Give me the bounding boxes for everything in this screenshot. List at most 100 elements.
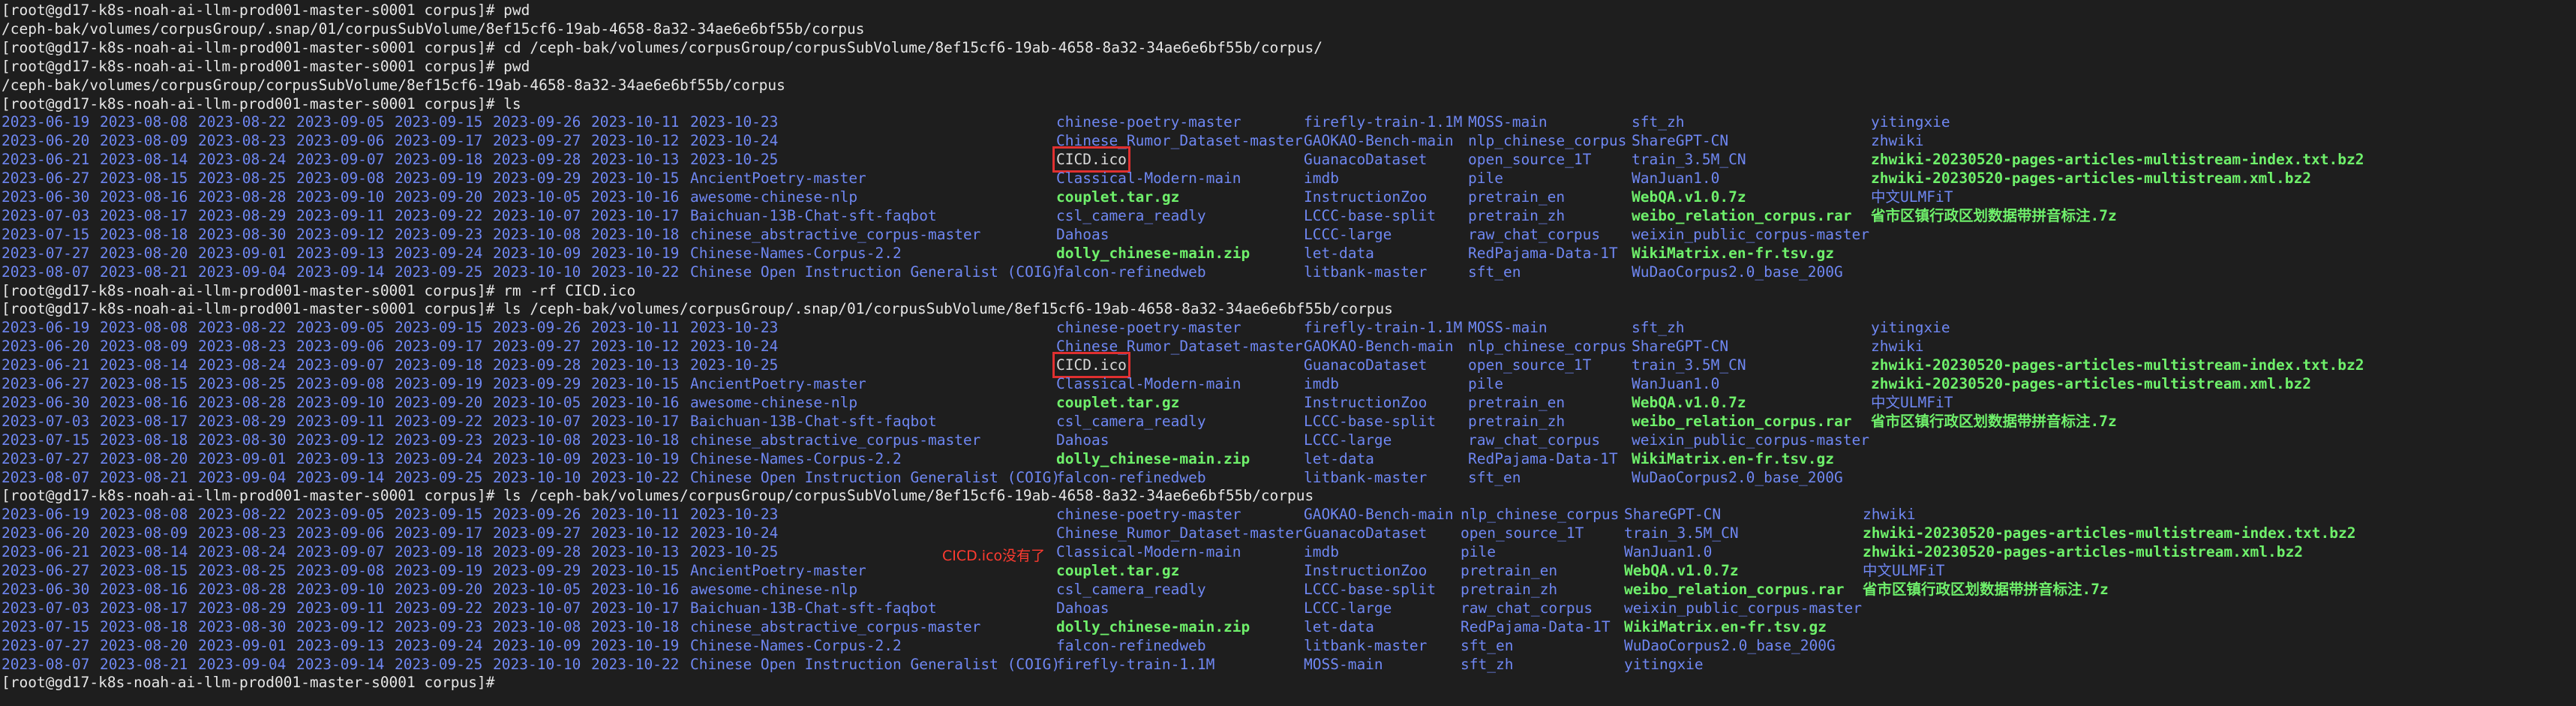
ls-entry: 2023-09-20 [395, 188, 483, 206]
ls-entry: sft_zh [1461, 655, 1514, 673]
ls-entry: 2023-06-19 [2, 319, 90, 337]
ls-entry: nlp_chinese_corpus [1461, 506, 1620, 524]
ls-entry: zhwiki-20230520-pages-articles-multistre… [1863, 543, 2303, 561]
ls-entry: 2023-08-14 [100, 151, 188, 169]
ls-entry: GAOKAO-Bench-main [1304, 338, 1454, 356]
ls-entry: litbank-master [1304, 468, 1428, 486]
ls-entry: zhwiki [1871, 338, 1924, 356]
ls-entry: 2023-07-27 [2, 636, 90, 654]
ls-entry: 2023-10-23 [690, 506, 779, 524]
ls-entry: 2023-08-07 [2, 655, 90, 673]
ls-entry: 2023-08-18 [100, 617, 188, 635]
ls-entry: WikiMatrix.en-fr.tsv.gz [1624, 617, 1827, 635]
ls-entry: 2023-10-18 [591, 431, 680, 449]
ls-entry: WanJuan1.0 [1624, 543, 1713, 561]
ls-entry: firefly-train-1.1M [1056, 655, 1215, 673]
ls-entry: 2023-08-20 [100, 449, 188, 467]
ls-entry: 2023-09-17 [395, 132, 483, 150]
ls-entry: 2023-09-08 [296, 562, 385, 579]
ls-entry: Chinese-Names-Corpus-2.2 [690, 449, 902, 467]
ls-entry: 2023-10-10 [493, 655, 581, 673]
ls-entry: 2023-07-03 [2, 412, 90, 430]
output-line: /ceph-bak/volumes/corpusGroup/.snap/01/c… [2, 20, 865, 38]
ls-entry: chinese_abstractive_corpus-master [690, 225, 981, 243]
ls-entry: open_source_1T [1461, 524, 1584, 542]
ls-entry: awesome-chinese-nlp [690, 188, 858, 206]
ls-entry: 省市区镇行政区划数据带拼音标注.7z [1871, 412, 2117, 430]
ls-entry: 2023-10-24 [690, 338, 779, 356]
ls-entry: 2023-08-16 [100, 393, 188, 411]
ls-entry: 2023-09-14 [296, 655, 385, 673]
ls-entry: Chinese Open Instruction Generalist (COI… [690, 468, 1061, 486]
ls-entry: 2023-09-29 [493, 562, 581, 579]
ls-entry: 2023-09-17 [395, 338, 483, 356]
ls-entry: 2023-10-18 [591, 617, 680, 635]
ls-entry: yitingxie [1624, 655, 1704, 673]
ls-entry: 2023-09-22 [395, 412, 483, 430]
ls-entry: 省市区镇行政区划数据带拼音标注.7z [1863, 580, 2109, 598]
ls-entry: weibo_relation_corpus.rar [1624, 580, 1845, 598]
ls-entry: weixin_public_corpus-master [1632, 431, 1869, 449]
ls-entry: litbank-master [1304, 263, 1428, 281]
ls-entry: train_3.5M_CN [1632, 356, 1746, 374]
ls-entry: 2023-09-05 [296, 506, 385, 524]
ls-entry: 2023-09-25 [395, 468, 483, 486]
ls-entry: 2023-09-14 [296, 263, 385, 281]
ls-entry: 2023-09-13 [296, 636, 385, 654]
ls-entry: 2023-08-28 [198, 188, 287, 206]
command-line: [root@gd17-k8s-noah-ai-llm-prod001-maste… [2, 300, 1393, 318]
ls-entry: 2023-10-15 [591, 375, 680, 392]
ls-entry: dolly_chinese-main.zip [1056, 449, 1250, 467]
ls-entry: MOSS-main [1468, 113, 1548, 131]
ls-entry: sft_zh [1632, 113, 1685, 131]
ls-entry: 2023-08-08 [100, 319, 188, 337]
ls-entry: WanJuan1.0 [1632, 375, 1720, 392]
ls-entry: GAOKAO-Bench-main [1304, 132, 1454, 150]
ls-entry: 2023-06-27 [2, 375, 90, 392]
ls-entry: WebQA.v1.0.7z [1632, 393, 1746, 411]
ls-entry: 2023-09-04 [198, 263, 287, 281]
ls-entry: couplet.tar.gz [1056, 562, 1180, 579]
ls-entry: 2023-09-29 [493, 170, 581, 188]
ls-entry: 省市区镇行政区划数据带拼音标注.7z [1871, 206, 2117, 224]
ls-entry: 2023-09-24 [395, 636, 483, 654]
ls-entry: 2023-08-18 [100, 431, 188, 449]
ls-entry: raw_chat_corpus [1468, 431, 1601, 449]
ls-entry: Chinese_Rumor_Dataset-master [1056, 524, 1303, 542]
ls-entry: RedPajama-Data-1T [1468, 244, 1618, 262]
ls-entry: 2023-10-17 [591, 206, 680, 224]
ls-entry: WuDaoCorpus2.0_base_200G [1632, 263, 1843, 281]
ls-entry: Chinese-Names-Corpus-2.2 [690, 636, 902, 654]
ls-entry: ShareGPT-CN [1632, 132, 1729, 150]
ls-entry: 2023-08-20 [100, 244, 188, 262]
ls-entry: 2023-09-06 [296, 524, 385, 542]
ls-entry: pretrain_zh [1468, 412, 1566, 430]
ls-entry: LCCC-large [1304, 599, 1392, 617]
ls-entry: 2023-09-23 [395, 225, 483, 243]
ls-entry: GuanacoDataset [1304, 524, 1428, 542]
terminal-window[interactable]: [root@gd17-k8s-noah-ai-llm-prod001-maste… [2, 1, 2574, 704]
ls-entry: MOSS-main [1304, 655, 1383, 673]
ls-entry: falcon-refinedweb [1056, 636, 1206, 654]
ls-entry: InstructionZoo [1304, 188, 1428, 206]
ls-entry: 2023-10-07 [493, 206, 581, 224]
ls-entry: 2023-06-30 [2, 188, 90, 206]
ls-entry: 2023-09-11 [296, 599, 385, 617]
ls-entry: 2023-09-25 [395, 655, 483, 673]
ls-entry: firefly-train-1.1M [1304, 319, 1463, 337]
ls-entry: 中文ULMFiT [1871, 393, 1953, 411]
ls-entry: 2023-09-23 [395, 431, 483, 449]
ls-entry: 2023-06-21 [2, 356, 90, 374]
ls-entry: pretrain_en [1461, 562, 1558, 579]
ls-entry: 2023-09-10 [296, 580, 385, 598]
ls-entry: Dahoas [1056, 599, 1109, 617]
ls-entry: 2023-10-12 [591, 524, 680, 542]
ls-entry: Chinese-Names-Corpus-2.2 [690, 244, 902, 262]
ls-entry: 2023-10-08 [493, 431, 581, 449]
ls-entry: MOSS-main [1468, 319, 1548, 337]
ls-entry: 2023-09-25 [395, 263, 483, 281]
ls-entry: let-data [1304, 244, 1374, 262]
ls-entry: falcon-refinedweb [1056, 263, 1206, 281]
ls-entry: 2023-07-27 [2, 244, 90, 262]
ls-entry: zhwiki [1863, 506, 1916, 524]
